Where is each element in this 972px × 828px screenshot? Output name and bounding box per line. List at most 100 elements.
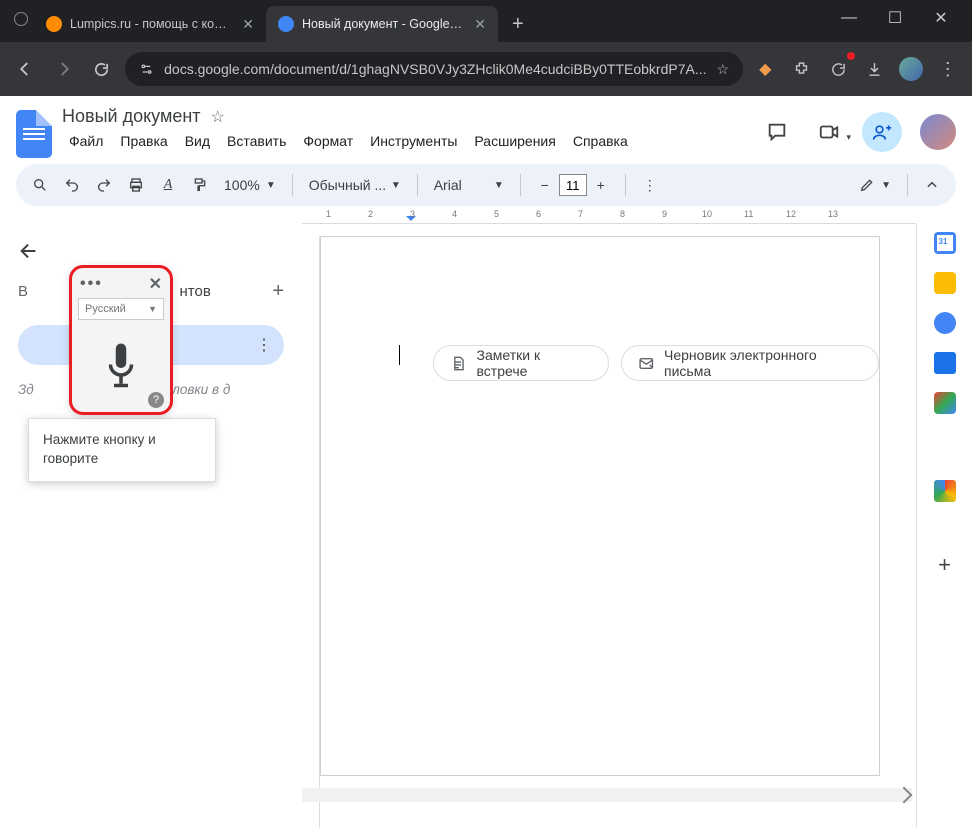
styles-dropdown[interactable]: Обычный ...▼ (303, 177, 407, 193)
voice-help-button[interactable]: ? (148, 392, 164, 408)
extensions-button[interactable] (788, 54, 816, 84)
microphone-icon (100, 339, 142, 397)
star-icon[interactable]: ☆ (211, 107, 225, 127)
address-bar[interactable]: docs.google.com/document/d/1ghagNVSB0VJy… (125, 52, 743, 86)
horizontal-scrollbar[interactable] (302, 788, 912, 802)
docs-logo-icon[interactable] (16, 110, 52, 158)
title-block: Новый документ ☆ Файл Правка Вид Вставит… (62, 106, 748, 152)
email-icon (638, 355, 655, 372)
window-controls: — ☐ ✕ (826, 0, 964, 42)
undo-button[interactable] (58, 171, 86, 199)
spellcheck-button[interactable]: A (154, 171, 182, 199)
calendar-icon[interactable]: 31 (934, 232, 956, 254)
menu-format[interactable]: Формат (296, 130, 360, 152)
voice-tooltip: Нажмите кнопку и говорите (28, 418, 216, 482)
profile-avatar[interactable] (897, 54, 925, 84)
contacts-icon[interactable] (934, 352, 956, 374)
decrease-font-button[interactable]: − (531, 171, 559, 199)
share-button[interactable] (862, 112, 902, 152)
tab-label: Новый документ - Google Док (302, 17, 462, 31)
side-panel: 31 + (916, 224, 972, 828)
smart-chips-row: Заметки к встрече Черновик электронного … (433, 345, 879, 381)
document-title[interactable]: Новый документ (62, 106, 201, 127)
header-right: ▾ (758, 112, 956, 152)
menu-view[interactable]: Вид (178, 130, 217, 152)
voice-language-dropdown[interactable]: Русский ▼ (78, 298, 164, 320)
menu-insert[interactable]: Вставить (220, 130, 293, 152)
tab-google-docs[interactable]: Новый документ - Google Док ✕ (266, 6, 498, 42)
collapse-toolbar-button[interactable] (918, 171, 946, 199)
add-addon-button[interactable]: + (938, 552, 951, 578)
outline-partial: нтов (180, 283, 211, 300)
voice-language-label: Русский (85, 303, 126, 315)
maximize-button[interactable]: ☐ (872, 0, 918, 36)
horizontal-ruler[interactable]: 12 34 56 78 910 1112 13 (302, 206, 916, 224)
favicon-lumpics (46, 16, 62, 32)
menu-bar: Файл Правка Вид Вставить Формат Инструме… (62, 130, 748, 152)
redo-button[interactable] (90, 171, 118, 199)
voice-close-button[interactable]: ✕ (149, 274, 162, 294)
menu-help[interactable]: Справка (566, 130, 635, 152)
chip-meeting-notes[interactable]: Заметки к встрече (433, 345, 609, 381)
back-button[interactable] (10, 53, 40, 85)
close-icon[interactable]: ✕ (474, 16, 486, 33)
more-formatting-button[interactable]: ⋮ (636, 171, 664, 199)
microphone-button[interactable] (91, 332, 151, 404)
reload-button[interactable] (87, 53, 117, 85)
paint-format-button[interactable] (186, 171, 214, 199)
style-value: Обычный ... (309, 177, 385, 193)
extension-fox-icon[interactable]: ◆ (751, 54, 779, 84)
updates-button[interactable] (824, 54, 852, 84)
site-settings-icon (139, 62, 154, 77)
close-icon[interactable]: ✕ (242, 16, 254, 33)
chip-email-draft[interactable]: Черновик электронного письма (621, 345, 880, 381)
window-indicator (14, 12, 28, 26)
minimize-button[interactable]: — (826, 0, 872, 36)
tab-lumpics[interactable]: Lumpics.ru - помощь с компью ✕ (34, 6, 266, 42)
menu-extensions[interactable]: Расширения (467, 130, 562, 152)
print-button[interactable] (122, 171, 150, 199)
menu-tools[interactable]: Инструменты (363, 130, 464, 152)
app-icon[interactable] (934, 480, 956, 502)
close-window-button[interactable]: ✕ (918, 0, 964, 36)
menu-file[interactable]: Файл (62, 130, 110, 152)
new-tab-button[interactable]: + (498, 13, 538, 42)
comments-button[interactable] (758, 113, 796, 151)
increase-font-button[interactable]: + (587, 171, 615, 199)
font-dropdown[interactable]: Arial▼ (428, 177, 510, 193)
favicon-docs (278, 16, 294, 32)
chip-label: Черновик электронного письма (664, 347, 862, 379)
back-arrow-button[interactable] (18, 240, 284, 262)
add-heading-button[interactable]: + (272, 280, 284, 303)
editing-mode-dropdown[interactable]: ▼ (853, 177, 897, 193)
vertical-ruler[interactable] (302, 236, 320, 828)
zoom-dropdown[interactable]: 100%▼ (218, 177, 282, 193)
forward-button[interactable] (48, 53, 78, 85)
downloads-button[interactable] (861, 54, 889, 84)
menu-edit[interactable]: Правка (113, 130, 174, 152)
zoom-value: 100% (224, 177, 260, 193)
user-avatar[interactable] (920, 114, 956, 150)
chip-label: Заметки к встрече (477, 347, 592, 379)
kebab-icon[interactable]: ⋮ (256, 335, 272, 355)
chrome-menu-button[interactable]: ⋮ (934, 54, 962, 84)
maps-icon[interactable] (934, 392, 956, 414)
docs-header: Новый документ ☆ Файл Правка Вид Вставит… (0, 96, 972, 158)
meet-button[interactable]: ▾ (810, 113, 848, 151)
bookmark-icon[interactable]: ☆ (717, 61, 730, 78)
tasks-icon[interactable] (934, 312, 956, 334)
browser-chrome: Lumpics.ru - помощь с компью ✕ Новый док… (0, 0, 972, 96)
formatting-toolbar: A 100%▼ Обычный ...▼ Arial▼ − + ⋮ ▼ (16, 164, 956, 206)
tooltip-text: Нажмите кнопку и говорите (43, 432, 156, 466)
tab-label: Lumpics.ru - помощь с компью (70, 17, 230, 31)
font-size-input[interactable] (559, 174, 587, 196)
page-area: Заметки к встрече Черновик электронного … (320, 224, 916, 828)
keep-icon[interactable] (934, 272, 956, 294)
search-button[interactable] (26, 171, 54, 199)
font-size-control: − + (531, 171, 615, 199)
voice-menu-button[interactable]: ••• (80, 275, 103, 293)
text-cursor (399, 345, 400, 365)
document-icon (450, 355, 467, 372)
document-page[interactable]: Заметки к встрече Черновик электронного … (320, 236, 880, 776)
address-row: docs.google.com/document/d/1ghagNVSB0VJy… (0, 42, 972, 96)
